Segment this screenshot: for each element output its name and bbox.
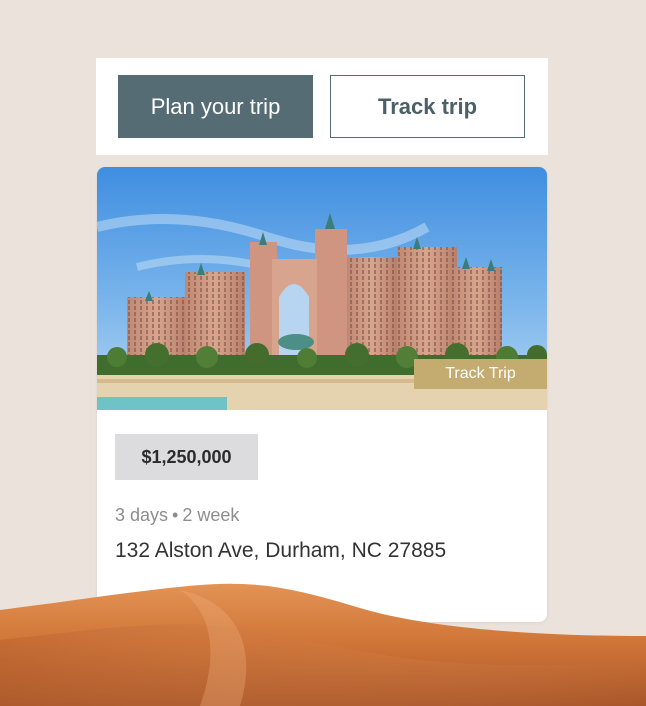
duration-days: 3 days bbox=[115, 505, 169, 525]
price-tag: $1,250,000 bbox=[115, 434, 258, 480]
track-trip-badge[interactable]: Track Trip bbox=[414, 359, 547, 389]
track-trip-button[interactable]: Track trip bbox=[330, 75, 525, 138]
trip-tabs-panel: Plan your trip Track trip bbox=[96, 58, 548, 155]
listing-address: 132 Alston Ave, Durham, NC 27885 bbox=[115, 539, 447, 562]
duration-weeks: 2 week bbox=[182, 505, 240, 525]
meta-separator: • bbox=[172, 505, 179, 525]
listing-card[interactable]: Track Trip $1,250,000 3 days • 2 week 132 … bbox=[97, 167, 547, 622]
plan-your-trip-button[interactable]: Plan your trip bbox=[118, 75, 313, 138]
trip-duration: 3 days • 2 week bbox=[115, 505, 239, 526]
